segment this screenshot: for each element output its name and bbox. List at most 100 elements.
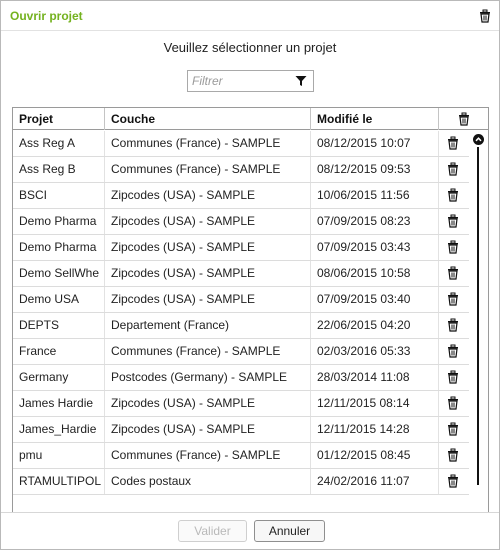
column-header-delete [439, 108, 488, 130]
cell-delete [439, 261, 469, 286]
cell-projet: James_Hardie [13, 417, 105, 442]
column-header-projet[interactable]: Projet [13, 108, 105, 130]
cell-modifie-le: 12/11/2015 08:14 [311, 391, 439, 416]
cell-delete [439, 339, 469, 364]
trash-icon[interactable] [447, 266, 459, 280]
trash-icon[interactable] [447, 422, 459, 436]
table-row[interactable]: pmu Communes (France) - SAMPLE 01/12/2015 … [13, 443, 469, 469]
cell-couche: Zipcodes (USA) - SAMPLE [105, 183, 311, 208]
cell-delete [439, 287, 469, 312]
trash-icon[interactable] [447, 318, 459, 332]
cell-modifie-le: 24/02/2016 11:07 [311, 469, 439, 494]
trash-icon[interactable] [447, 136, 459, 150]
trash-icon[interactable] [447, 448, 459, 462]
dialog-footer: Valider Annuler [1, 512, 499, 549]
column-header-modifie-le[interactable]: Modifié le [311, 108, 439, 130]
cell-projet: Ass Reg A [13, 131, 105, 156]
cell-delete [439, 209, 469, 234]
table-body: Ass Reg A Communes (France) - SAMPLE 08/12… [13, 131, 469, 495]
filter-field[interactable] [187, 70, 314, 92]
filter-input[interactable] [188, 71, 288, 91]
cell-modifie-le: 08/12/2015 10:07 [311, 131, 439, 156]
cell-delete [439, 157, 469, 182]
cell-couche: Communes (France) - SAMPLE [105, 443, 311, 468]
cell-projet: Demo Pharma [13, 235, 105, 260]
cell-modifie-le: 28/03/2014 11:08 [311, 365, 439, 390]
table-row[interactable]: DEPTS Departement (France) 22/06/2015 04:2… [13, 313, 469, 339]
table-row[interactable]: Ass Reg B Communes (France) - SAMPLE 08/12… [13, 157, 469, 183]
cell-delete [439, 365, 469, 390]
cell-couche: Communes (France) - SAMPLE [105, 157, 311, 182]
table-row[interactable]: Demo USA Zipcodes (USA) - SAMPLE 07/09/201… [13, 287, 469, 313]
column-header-couche[interactable]: Couche [105, 108, 311, 130]
cell-couche: Zipcodes (USA) - SAMPLE [105, 287, 311, 312]
cell-modifie-le: 22/06/2015 04:20 [311, 313, 439, 338]
scroll-up-icon[interactable] [473, 134, 484, 145]
cell-delete [439, 235, 469, 260]
trash-icon[interactable] [447, 292, 459, 306]
cell-modifie-le: 07/09/2015 03:40 [311, 287, 439, 312]
cell-delete [439, 183, 469, 208]
cell-projet: Ass Reg B [13, 157, 105, 182]
cell-modifie-le: 08/06/2015 10:58 [311, 261, 439, 286]
cell-projet: RTAMULTIPOL [13, 469, 105, 494]
cell-modifie-le: 10/06/2015 11:56 [311, 183, 439, 208]
trash-icon[interactable] [447, 396, 459, 410]
cell-delete [439, 469, 469, 494]
cell-projet: BSCI [13, 183, 105, 208]
cell-couche: Codes postaux [105, 469, 311, 494]
trash-icon[interactable] [447, 370, 459, 384]
cell-modifie-le: 07/09/2015 08:23 [311, 209, 439, 234]
cell-couche: Communes (France) - SAMPLE [105, 131, 311, 156]
table-row[interactable]: Demo Pharma Zipcodes (USA) - SAMPLE 07/09/… [13, 235, 469, 261]
cell-projet: Germany [13, 365, 105, 390]
cell-delete [439, 131, 469, 156]
dialog-titlebar: Ouvrir projet [1, 1, 499, 31]
table-row[interactable]: Demo SellWhe Zipcodes (USA) - SAMPLE 08/06… [13, 261, 469, 287]
table-row[interactable]: James Hardie Zipcodes (USA) - SAMPLE 12/11… [13, 391, 469, 417]
cell-modifie-le: 12/11/2015 14:28 [311, 417, 439, 442]
cell-delete [439, 313, 469, 338]
cell-couche: Zipcodes (USA) - SAMPLE [105, 209, 311, 234]
table-row[interactable]: Germany Postcodes (Germany) - SAMPLE 28/03… [13, 365, 469, 391]
table-scrollbar[interactable] [469, 131, 488, 531]
cell-projet: pmu [13, 443, 105, 468]
cell-couche: Zipcodes (USA) - SAMPLE [105, 391, 311, 416]
table-row[interactable]: James_Hardie Zipcodes (USA) - SAMPLE 12/11… [13, 417, 469, 443]
cell-projet: DEPTS [13, 313, 105, 338]
trash-icon[interactable] [447, 474, 459, 488]
dialog-title: Ouvrir projet [10, 9, 83, 23]
cell-couche: Zipcodes (USA) - SAMPLE [105, 261, 311, 286]
cell-projet: James Hardie [13, 391, 105, 416]
dialog-body: Veuillez sélectionner un projet Projet C… [1, 32, 499, 532]
scrollbar-track[interactable] [477, 147, 479, 485]
table-row[interactable]: France Communes (France) - SAMPLE 02/03/20… [13, 339, 469, 365]
trash-icon[interactable] [447, 240, 459, 254]
cell-projet: France [13, 339, 105, 364]
cell-projet: Demo USA [13, 287, 105, 312]
validate-button[interactable]: Valider [178, 520, 247, 542]
cancel-button[interactable]: Annuler [254, 520, 325, 542]
trash-icon[interactable] [479, 9, 491, 23]
trash-icon[interactable] [458, 112, 470, 126]
table-row[interactable]: BSCI Zipcodes (USA) - SAMPLE 10/06/2015 11… [13, 183, 469, 209]
cell-couche: Departement (France) [105, 313, 311, 338]
projects-table: Projet Couche Modifié le Ass Reg A Commun… [12, 107, 489, 532]
table-row[interactable]: Ass Reg A Communes (France) - SAMPLE 08/12… [13, 131, 469, 157]
cell-projet: Demo SellWhe [13, 261, 105, 286]
filter-icon[interactable] [295, 75, 307, 87]
cell-modifie-le: 01/12/2015 08:45 [311, 443, 439, 468]
cell-modifie-le: 02/03/2016 05:33 [311, 339, 439, 364]
cell-delete [439, 417, 469, 442]
trash-icon[interactable] [447, 214, 459, 228]
cell-delete [439, 391, 469, 416]
cell-modifie-le: 08/12/2015 09:53 [311, 157, 439, 182]
trash-icon[interactable] [447, 162, 459, 176]
table-row[interactable]: Demo Pharma Zipcodes (USA) - SAMPLE 07/09/… [13, 209, 469, 235]
cell-couche: Zipcodes (USA) - SAMPLE [105, 417, 311, 442]
table-row[interactable]: RTAMULTIPOL Codes postaux 24/02/2016 11:07 [13, 469, 469, 495]
open-project-dialog: Ouvrir projet Veuillez sélectionner un p… [0, 0, 500, 550]
trash-icon[interactable] [447, 344, 459, 358]
trash-icon[interactable] [447, 188, 459, 202]
table-header: Projet Couche Modifié le [13, 108, 488, 130]
